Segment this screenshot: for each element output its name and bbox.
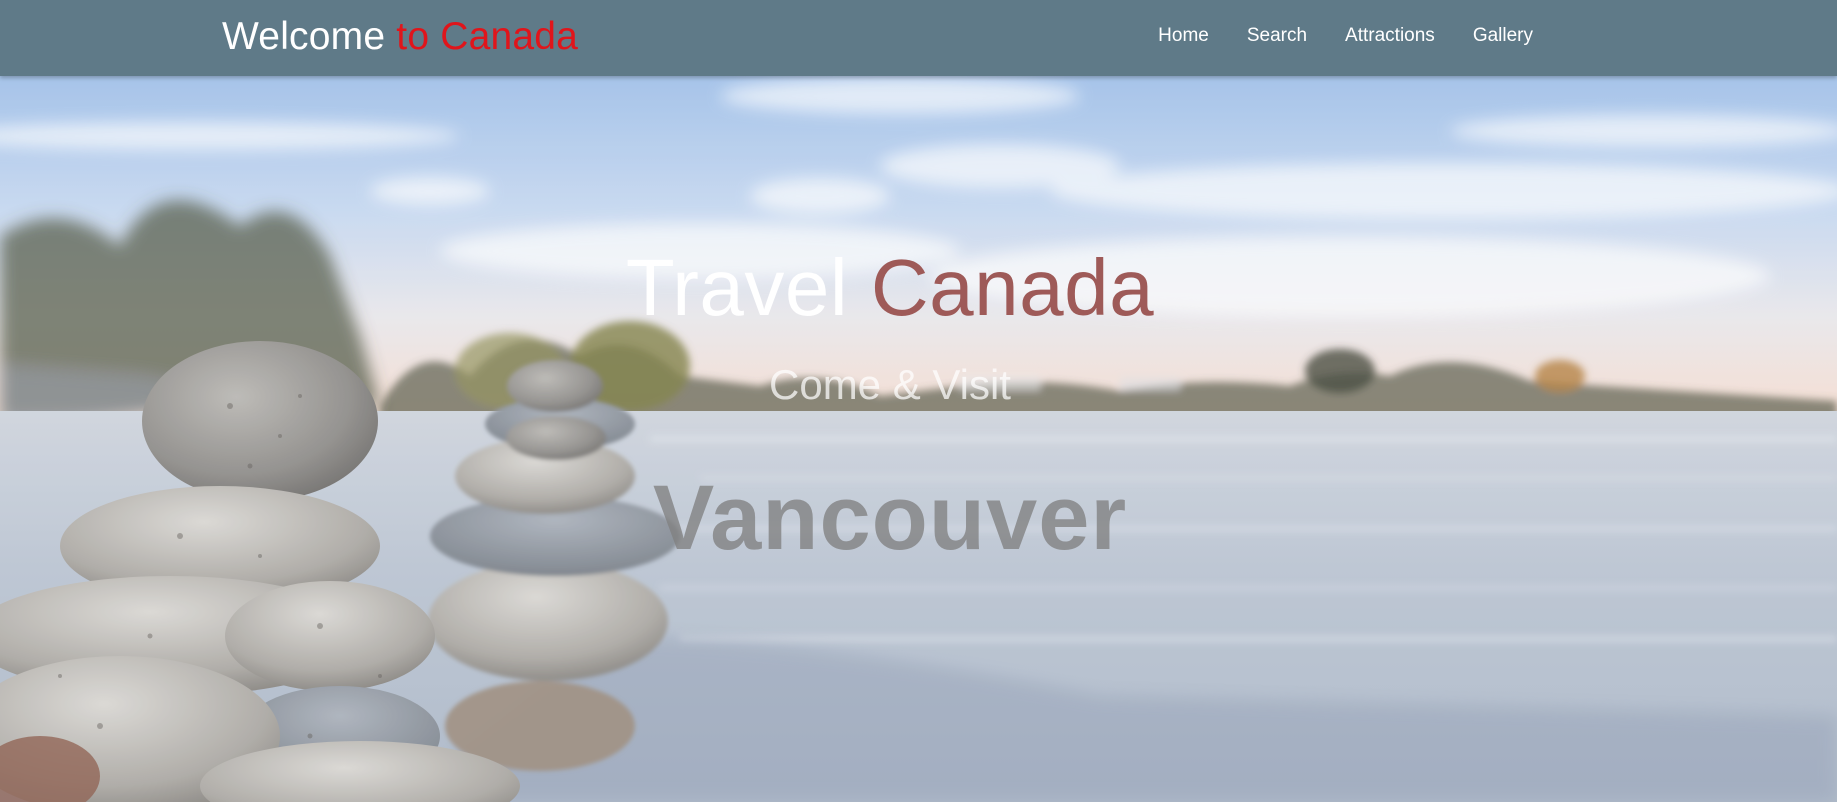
hero-section: [0, 76, 1837, 802]
hero-background-image: [0, 76, 1837, 802]
navbar: Welcome to Canada Home Search Attraction…: [0, 0, 1837, 76]
site-brand[interactable]: Welcome to Canada: [222, 13, 578, 61]
hero-title-main: Travel: [625, 243, 849, 332]
hero-title-accent: Canada: [870, 243, 1155, 332]
nav-link-home[interactable]: Home: [1158, 25, 1209, 47]
brand-main-text: Welcome: [222, 15, 386, 58]
page: Welcome to Canada Home Search Attraction…: [0, 0, 1837, 802]
hero-city-name: Vancouver: [652, 467, 1128, 569]
nav-link-attractions[interactable]: Attractions: [1345, 25, 1435, 47]
hero-title: Travel Canada: [0, 238, 1780, 338]
nav-link-gallery[interactable]: Gallery: [1473, 25, 1533, 47]
main-nav: Home Search Attractions Gallery: [1158, 0, 1533, 72]
hero-subtitle: Come & Visit: [769, 361, 1011, 408]
nav-link-search[interactable]: Search: [1247, 25, 1307, 47]
brand-accent-text: to Canada: [396, 15, 579, 58]
